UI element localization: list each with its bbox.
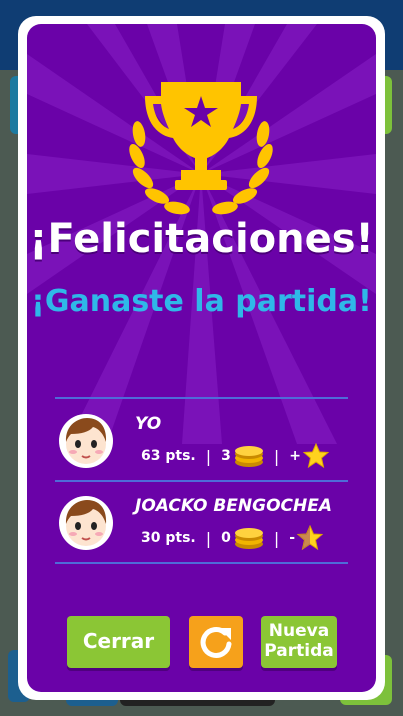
avatar [59,414,113,468]
separator: | [273,528,280,548]
player-name: JOACKO BENGOCHEA [135,496,333,516]
dialog-subtitle: ¡Ganaste la partida! [31,284,372,319]
coin-icon [234,446,263,467]
player-stats: 30 pts. | 0 | - [141,525,324,551]
trophy-icon [129,82,273,215]
coin-icon [234,528,263,549]
refresh-icon [200,627,232,658]
player-stars-sign: + [289,448,301,464]
dialog-title: ¡Felicitaciones! [29,216,374,262]
divider [55,397,348,399]
divider [55,562,348,564]
new-game-label-line2: Partida [264,641,334,661]
half-star-icon [297,525,324,551]
player-row: YO 63 pts. | 3 | + [55,400,348,480]
new-game-button[interactable]: Nueva Partida [261,616,337,668]
player-coins: 0 [221,530,231,546]
player-points: 63 pts. [141,448,196,464]
separator: | [205,528,212,548]
avatar [59,496,113,550]
player-stats: 63 pts. | 3 | + [141,443,329,469]
win-dialog: ¡Felicitaciones! ¡Ganaste la partida! YO… [27,24,376,692]
star-icon [303,443,329,469]
player-stars-sign: - [289,530,296,546]
player-name: YO [135,414,162,434]
player-coins: 3 [221,448,231,464]
player-points: 30 pts. [141,530,196,546]
new-game-label-line1: Nueva [268,621,330,641]
separator: | [273,446,280,466]
separator: | [205,446,212,466]
player-row: JOACKO BENGOCHEA 30 pts. | 0 | - [55,482,348,562]
close-button[interactable]: Cerrar [67,616,170,668]
retry-button[interactable] [189,616,243,668]
